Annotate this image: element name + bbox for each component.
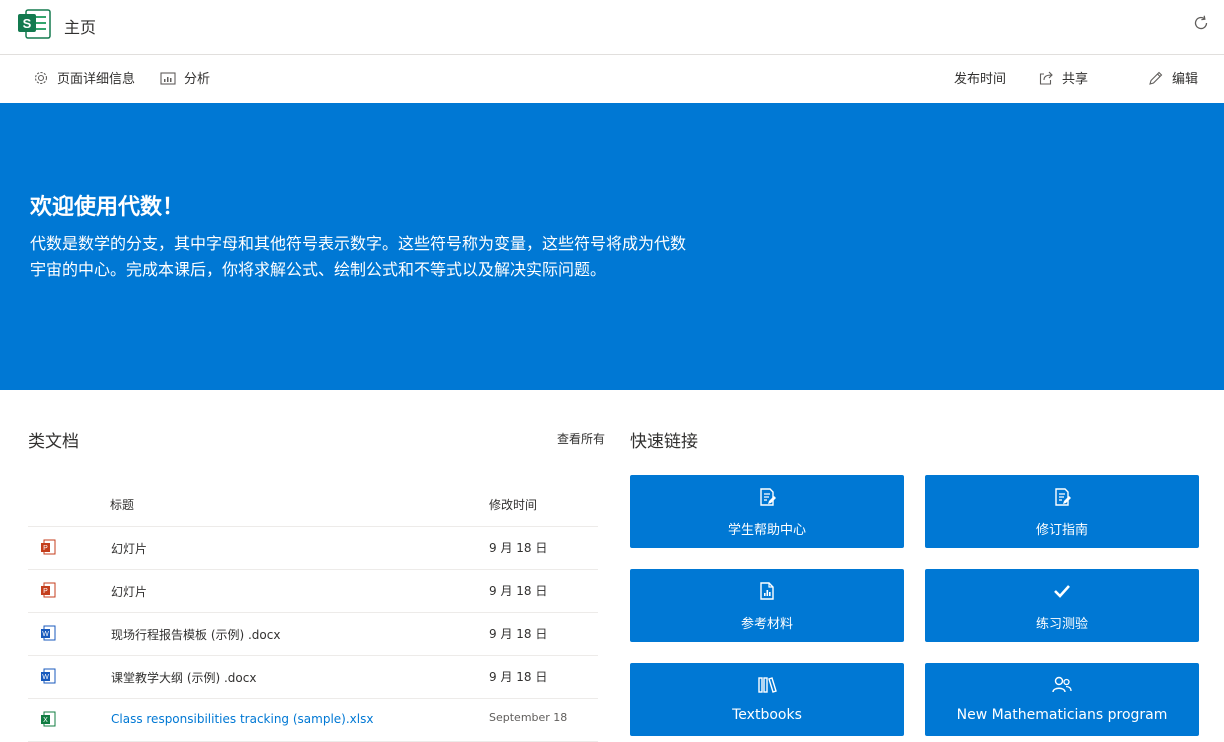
document-name[interactable]: Class responsibilities tracking (sample)… — [111, 712, 373, 726]
excel-file-icon: X — [41, 711, 56, 727]
quicklink-label: Textbooks — [732, 707, 802, 723]
quicklink-student-help-center[interactable]: 学生帮助中心 — [630, 475, 904, 548]
checkmark-icon — [1054, 585, 1070, 598]
analytics-icon — [160, 71, 176, 85]
publish-time-label: 发布时间 — [954, 72, 1007, 87]
hero-title: 欢迎使用代数！ — [30, 195, 185, 220]
quicklink-practice-quiz[interactable]: 练习测验 — [925, 569, 1199, 642]
svg-text:S: S — [23, 16, 32, 31]
quicklink-new-mathematicians-program[interactable]: New Mathematicians program — [925, 663, 1199, 736]
document-name[interactable]: 课堂教学大纲 (示例) .docx — [111, 669, 256, 686]
document-name[interactable]: 幻灯片 — [111, 583, 147, 600]
publish-time-button[interactable]: 发布时间 — [954, 68, 1006, 87]
top-bar: S 主页 — [0, 0, 1224, 55]
svg-text:X: X — [43, 717, 48, 724]
quicklink-revision-guide[interactable]: 修订指南 — [925, 475, 1199, 548]
document-list: 标题 修改时间 P 幻灯片 9 月 18 日 P 幻灯片 9 月 18 日 W … — [28, 483, 598, 742]
people-icon — [1052, 676, 1072, 693]
quicklink-label: 参考材料 — [740, 617, 793, 632]
page-details-button[interactable]: 页面详细信息 — [33, 68, 135, 87]
quicklink-reference-material[interactable]: 参考材料 — [630, 569, 904, 642]
powerpoint-file-icon: P — [41, 582, 56, 598]
quicklink-textbooks[interactable]: Textbooks — [630, 663, 904, 736]
report-document-icon — [760, 582, 774, 600]
document-row[interactable]: W 课堂教学大纲 (示例) .docx 9 月 18 日 — [28, 656, 598, 699]
command-bar: 页面详细信息 分析 发布时间 共享 编辑 — [0, 55, 1224, 102]
svg-text:P: P — [43, 588, 48, 595]
gear-icon — [34, 71, 48, 84]
document-row[interactable]: X Class responsibilities tracking (sampl… — [28, 699, 598, 742]
analytics-button[interactable]: 分析 — [160, 68, 210, 87]
document-modified-date: 9 月 18 日 — [489, 627, 548, 641]
document-row[interactable]: P 幻灯片 9 月 18 日 — [28, 527, 598, 570]
documents-section-title: 类文档 — [28, 432, 79, 452]
analytics-label: 分析 — [184, 72, 211, 87]
quicklink-label: 练习测验 — [1035, 617, 1088, 632]
quicklinks-section-title: 快速链接 — [630, 432, 698, 452]
word-file-icon: W — [41, 625, 56, 641]
document-modified-date: September 18 — [489, 711, 568, 724]
hero-banner: 欢迎使用代数！ 代数是数学的分支，其中字母和其他符号表示数字。这些符号称为变量，… — [0, 103, 1224, 390]
quicklink-label: 修订指南 — [1035, 523, 1088, 538]
library-icon — [758, 677, 777, 693]
share-icon — [1039, 71, 1053, 85]
quicklink-label: New Mathematicians program — [956, 707, 1168, 723]
share-button[interactable]: 共享 — [1038, 68, 1088, 87]
edit-button[interactable]: 编辑 — [1148, 68, 1198, 87]
edit-label: 编辑 — [1172, 72, 1199, 87]
document-list-header: 标题 修改时间 — [28, 483, 598, 527]
column-header-title[interactable]: 标题 — [110, 496, 134, 513]
svg-text:W: W — [42, 674, 49, 681]
document-name[interactable]: 现场行程报告模板 (示例) .docx — [111, 626, 280, 643]
quicklink-label: 学生帮助中心 — [727, 523, 806, 538]
document-edit-icon — [1055, 488, 1071, 506]
hero-description: 代数是数学的分支，其中字母和其他符号表示数字。这些符号称为变量，这些符号将成为代… — [30, 234, 687, 279]
svg-text:W: W — [42, 631, 49, 638]
document-edit-icon — [760, 488, 776, 506]
document-row[interactable]: W 现场行程报告模板 (示例) .docx 9 月 18 日 — [28, 613, 598, 656]
document-name[interactable]: 幻灯片 — [111, 540, 147, 557]
document-modified-date: 9 月 18 日 — [489, 670, 548, 684]
column-header-modified[interactable]: 修改时间 — [489, 496, 537, 513]
svg-text:P: P — [43, 545, 48, 552]
document-modified-date: 9 月 18 日 — [489, 584, 548, 598]
pencil-icon — [1149, 71, 1163, 85]
document-modified-date: 9 月 18 日 — [489, 541, 548, 555]
refresh-icon[interactable] — [1192, 14, 1210, 32]
sharepoint-logo-icon[interactable]: S — [16, 6, 52, 42]
word-file-icon: W — [41, 668, 56, 684]
document-row[interactable]: P 幻灯片 9 月 18 日 — [28, 570, 598, 613]
see-all-link[interactable]: 查看所有 — [557, 430, 605, 447]
page-title: 主页 — [64, 18, 97, 37]
page-details-label: 页面详细信息 — [57, 72, 136, 87]
share-label: 共享 — [1062, 72, 1089, 87]
powerpoint-file-icon: P — [41, 539, 56, 555]
